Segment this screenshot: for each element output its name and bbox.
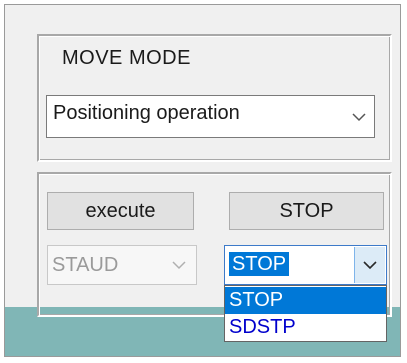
- stop-mode-select-value: STOP: [229, 252, 290, 276]
- chevron-down-icon[interactable]: [344, 96, 374, 137]
- chevron-down-icon[interactable]: [354, 247, 385, 283]
- chevron-down-icon: [164, 246, 194, 284]
- staud-select-value: STAUD: [52, 254, 119, 276]
- move-mode-label: MOVE MODE: [62, 47, 191, 69]
- move-mode-select-value: Positioning operation: [53, 102, 240, 124]
- move-mode-select[interactable]: Positioning operation: [46, 95, 375, 138]
- stop-mode-dropdown-list: STOP SDSTP: [224, 285, 387, 342]
- stop-mode-select[interactable]: STOP: [224, 245, 387, 285]
- dropdown-option-sdstp[interactable]: SDSTP: [225, 314, 386, 341]
- dropdown-option-stop[interactable]: STOP: [225, 287, 386, 314]
- staud-select: STAUD: [47, 245, 197, 285]
- stop-button[interactable]: STOP: [229, 192, 384, 230]
- execute-button[interactable]: execute: [47, 192, 194, 230]
